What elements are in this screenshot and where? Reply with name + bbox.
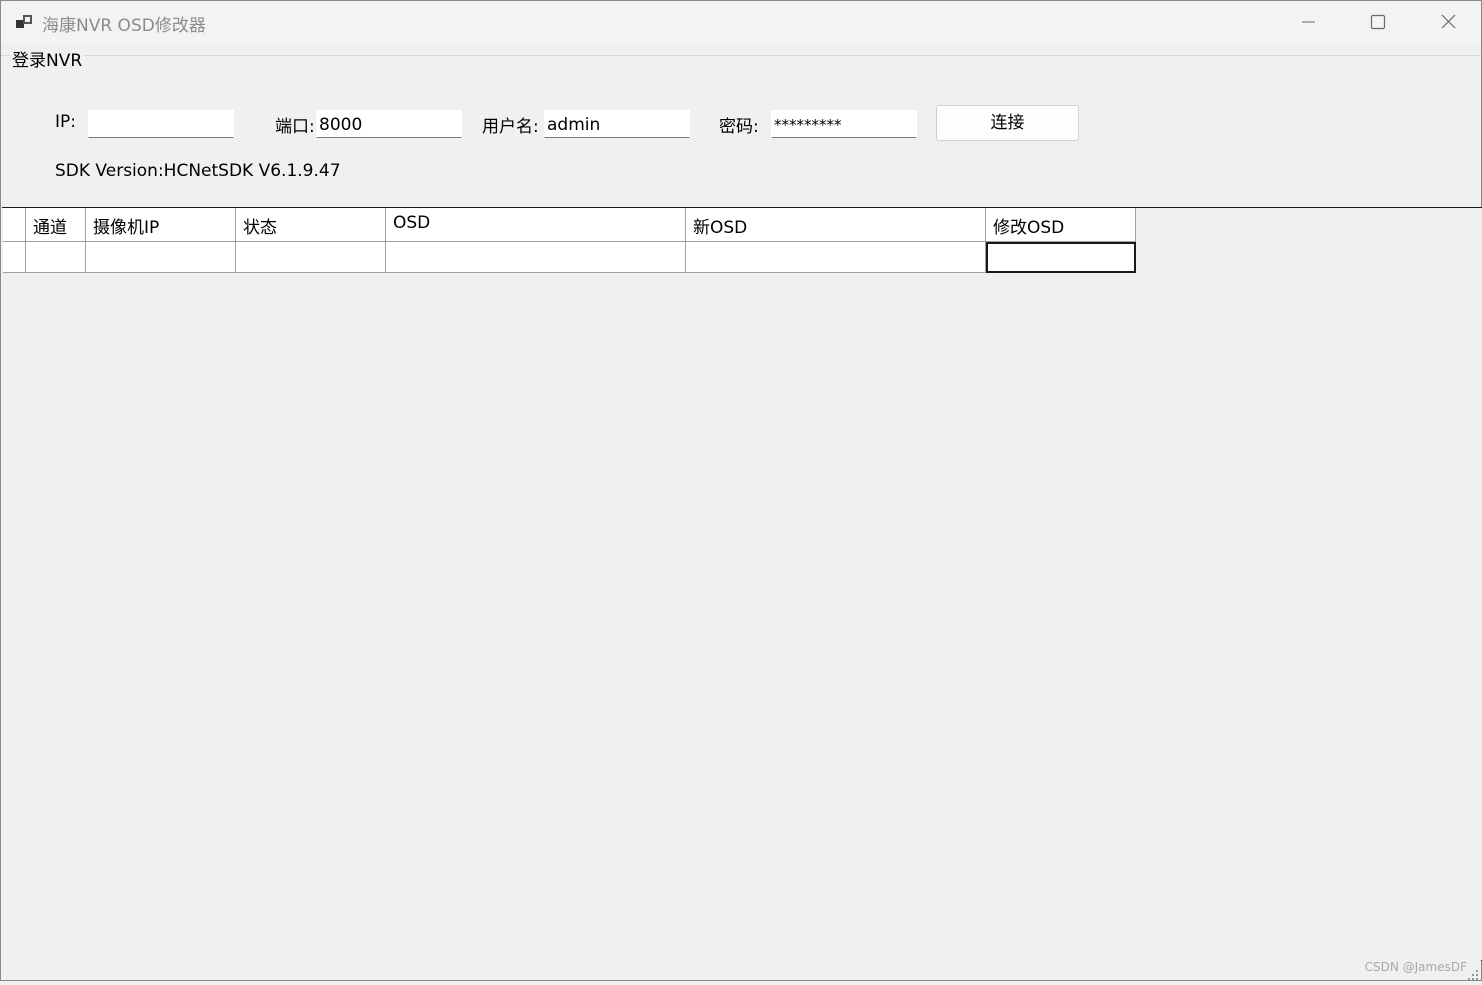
maximize-icon [1370,14,1386,30]
row-header[interactable] [3,242,26,273]
username-input[interactable] [544,110,690,138]
close-icon [1441,14,1456,29]
column-header-camera-ip[interactable]: 摄像机IP [86,208,236,242]
connect-button[interactable]: 连接 [936,105,1079,141]
table-cell-channel[interactable] [26,242,86,273]
column-header-channel[interactable]: 通道 [26,208,86,242]
resize-grip-icon[interactable] [1467,966,1479,980]
username-label: 用户名: [482,117,539,137]
login-group-title: 登录NVR [10,46,85,71]
minimize-button[interactable] [1273,1,1343,43]
minimize-icon [1302,21,1315,23]
port-input[interactable] [316,110,462,138]
main-window: 海康NVR OSD修改器 登录NVR IP: 端口: 用户名: 密码: 连接 S… [0,0,1482,981]
sdk-version-label: SDK Version:HCNetSDK V6.1.9.47 [55,161,341,181]
table-cell-new-osd[interactable] [686,242,986,273]
column-header-status[interactable]: 状态 [236,208,386,242]
app-window-icon [15,13,35,31]
watermark: CSDN @JamesDF [1364,960,1467,974]
title-bar[interactable]: 海康NVR OSD修改器 [1,1,1481,43]
status-bar [1,960,1481,980]
password-label: 密码: [719,117,759,137]
column-header-modify-osd[interactable]: 修改OSD [986,208,1136,242]
column-header-osd[interactable]: OSD [386,208,686,242]
grid-corner-header[interactable] [3,208,26,242]
close-button[interactable] [1412,1,1482,43]
table-cell-modify-osd[interactable] [986,242,1136,273]
table-cell-osd[interactable] [386,242,686,273]
ip-label: IP: [55,112,76,132]
ip-input[interactable] [88,110,234,138]
channel-grid-view[interactable]: 通道 摄像机IP 状态 OSD 新OSD 修改OSD [2,207,1482,961]
password-input[interactable] [771,110,917,138]
maximize-button[interactable] [1343,1,1413,43]
table-cell-status[interactable] [236,242,386,273]
window-title: 海康NVR OSD修改器 [42,16,206,36]
port-label: 端口: [275,117,315,137]
column-header-new-osd[interactable]: 新OSD [686,208,986,242]
table-cell-camera-ip[interactable] [86,242,236,273]
